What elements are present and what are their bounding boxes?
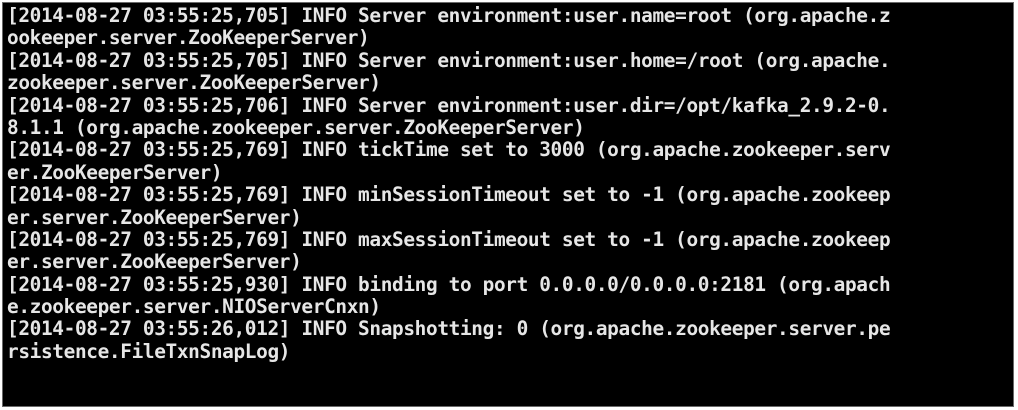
log-line: er.server.ZooKeeperServer)	[7, 205, 302, 229]
log-line: er.ZooKeeperServer)	[7, 160, 223, 184]
log-line: zookeeper.server.ZooKeeperServer)	[7, 71, 381, 95]
log-line: e.zookeeper.server.NIOServerCnxn)	[7, 295, 381, 319]
log-line: rsistence.FileTxnSnapLog)	[7, 339, 291, 363]
terminal-window[interactable]: [2014-08-27 03:55:25,705] INFO Server en…	[2, 2, 1014, 407]
log-line: [2014-08-27 03:55:25,706] INFO Server en…	[7, 93, 891, 117]
log-line: [2014-08-27 03:55:25,769] INFO maxSessio…	[7, 227, 891, 251]
log-line: [2014-08-27 03:55:25,769] INFO minSessio…	[7, 183, 891, 207]
log-line: [2014-08-27 03:55:26,012] INFO Snapshott…	[7, 317, 891, 341]
log-line: [2014-08-27 03:55:25,769] INFO tickTime …	[7, 138, 891, 162]
terminal-output: [2014-08-27 03:55:25,705] INFO Server en…	[7, 4, 1011, 363]
log-line: [2014-08-27 03:55:25,705] INFO Server en…	[7, 4, 891, 27]
log-line: [2014-08-27 03:55:25,705] INFO Server en…	[7, 48, 891, 72]
log-line: ookeeper.server.ZooKeeperServer)	[7, 26, 370, 50]
log-line: [2014-08-27 03:55:25,930] INFO binding t…	[7, 272, 891, 296]
log-line: 8.1.1 (org.apache.zookeeper.server.ZooKe…	[7, 115, 585, 139]
log-line: er.server.ZooKeeperServer)	[7, 250, 302, 274]
